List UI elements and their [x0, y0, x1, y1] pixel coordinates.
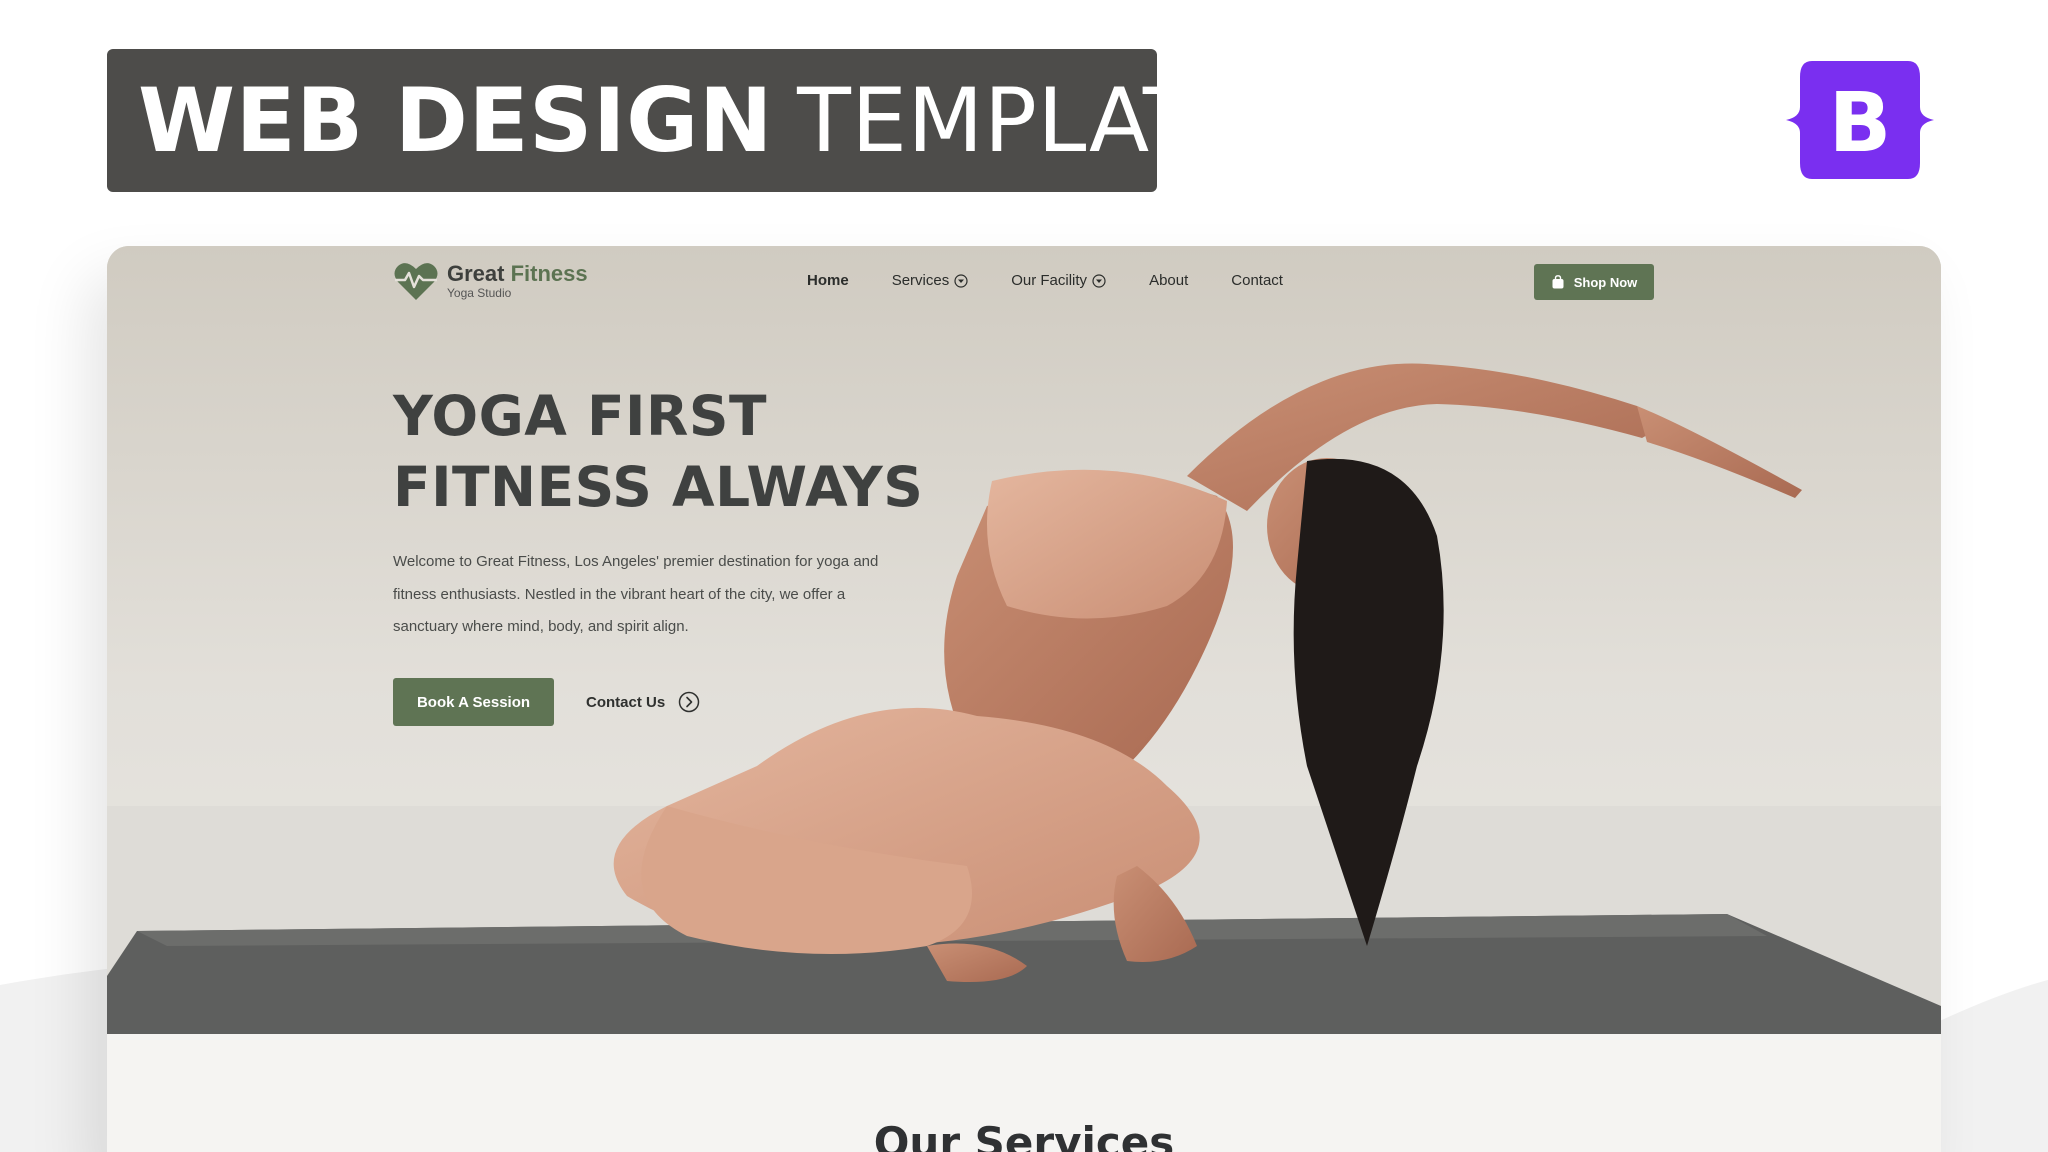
- nav-item-about[interactable]: About: [1149, 272, 1188, 289]
- website-preview: Great Fitness Yoga Studio Home Services: [107, 246, 1941, 1152]
- shop-now-label: Shop Now: [1573, 274, 1638, 290]
- nav-item-services[interactable]: Services: [892, 272, 969, 289]
- logo-tagline: Yoga Studio: [447, 286, 512, 300]
- contact-us-label: Contact Us: [586, 693, 666, 711]
- nav-item-label: Contact: [1231, 272, 1283, 289]
- nav-item-label: Services: [891, 272, 950, 289]
- hero-description: Welcome to Great Fitness, Los Angeles' p…: [393, 553, 879, 635]
- hero-yoga-photo: [107, 246, 1941, 1034]
- book-session-button[interactable]: Book A Session: [393, 678, 554, 726]
- hero-heading: YOGA FIRST FITNESS ALWAYS: [393, 381, 953, 523]
- promo-title-bold: WEB DESIGN: [138, 69, 774, 172]
- heart-pulse-icon: [394, 263, 438, 300]
- arrow-circle-right-icon: [678, 691, 700, 713]
- nav-item-label: Our Facility: [1011, 272, 1088, 289]
- logo-name: Great Fitness: [447, 263, 588, 285]
- nav-item-label: About: [1149, 272, 1189, 289]
- nav-item-our-facility[interactable]: Our Facility: [1011, 272, 1106, 289]
- logo-name-part1: Great: [447, 261, 505, 286]
- services-heading: Our Services: [873, 1118, 1175, 1152]
- site-navbar: Great Fitness Yoga Studio Home Services: [107, 246, 1941, 318]
- logo-name-part2: Fitness: [510, 261, 588, 286]
- hero-section: Great Fitness Yoga Studio Home Services: [107, 246, 1941, 1034]
- logo-text: Great Fitness Yoga Studio: [447, 263, 588, 300]
- nav-item-home[interactable]: Home: [807, 272, 849, 289]
- chevron-down-circle-icon: [954, 273, 968, 288]
- chevron-down-circle-icon: [1092, 273, 1106, 288]
- book-session-label: Book A Session: [416, 693, 531, 711]
- promo-title-light: TEMPLATE: [797, 69, 1254, 172]
- shop-now-button[interactable]: Shop Now: [1534, 264, 1654, 300]
- brand-letter: B: [1829, 76, 1892, 171]
- promo-title-banner: WEB DESIGN TEMPLATE: [107, 49, 1253, 192]
- bootstrap-logo-icon: B: [1778, 55, 1942, 185]
- nav-links: Home Services Our Facility About Contact: [807, 272, 1326, 289]
- shopping-bag-icon: [1552, 275, 1564, 289]
- contact-us-link[interactable]: Contact Us: [586, 690, 700, 714]
- site-logo[interactable]: Great Fitness Yoga Studio: [393, 260, 588, 302]
- hero-heading-line2: FITNESS ALWAYS: [393, 455, 924, 519]
- nav-item-label: Home: [807, 272, 849, 289]
- hero-heading-line1: YOGA FIRST: [393, 384, 767, 448]
- nav-item-contact[interactable]: Contact: [1231, 272, 1283, 289]
